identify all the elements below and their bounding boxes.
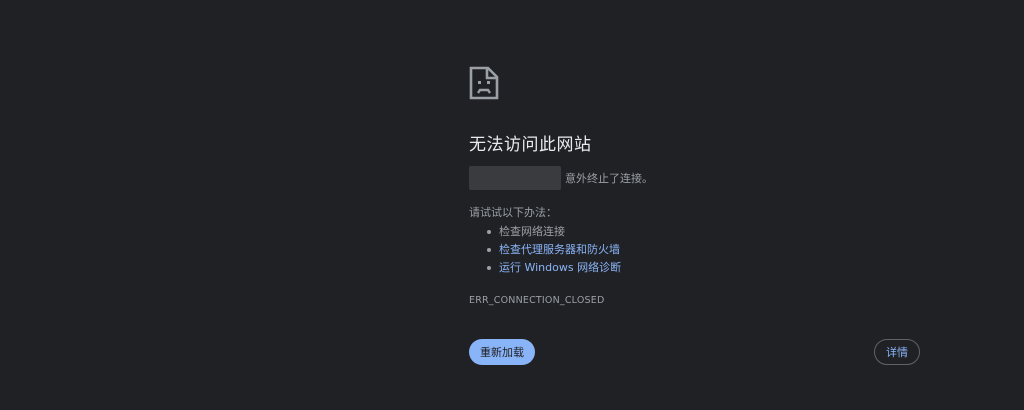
- suggestion-check-proxy-link[interactable]: 检查代理服务器和防火墙: [487, 241, 929, 259]
- page-title: 无法访问此网站: [469, 135, 592, 155]
- error-code: ERR_CONNECTION_CLOSED: [469, 295, 605, 306]
- details-button[interactable]: 详情: [874, 339, 920, 365]
- error-content: 无法访问此网站 意外终止了连接。 请试试以下办法： 检查网络连接 检查代理服务器…: [469, 66, 929, 306]
- host-message: 意外终止了连接。: [469, 166, 929, 190]
- redacted-hostname: [469, 166, 561, 190]
- suggestions-list: 检查网络连接 检查代理服务器和防火墙 运行 Windows 网络诊断: [469, 223, 929, 277]
- reload-button[interactable]: 重新加载: [469, 339, 535, 365]
- suggestion-check-network: 检查网络连接: [487, 223, 929, 241]
- suggestions-heading: 请试试以下办法：: [469, 206, 557, 219]
- host-message-text: 意外终止了连接。: [565, 172, 653, 185]
- sad-page-icon: [469, 66, 499, 100]
- error-page: 无法访问此网站 意外终止了连接。 请试试以下办法： 检查网络连接 检查代理服务器…: [0, 0, 1024, 410]
- suggestion-run-diagnostics-link[interactable]: 运行 Windows 网络诊断: [487, 259, 929, 277]
